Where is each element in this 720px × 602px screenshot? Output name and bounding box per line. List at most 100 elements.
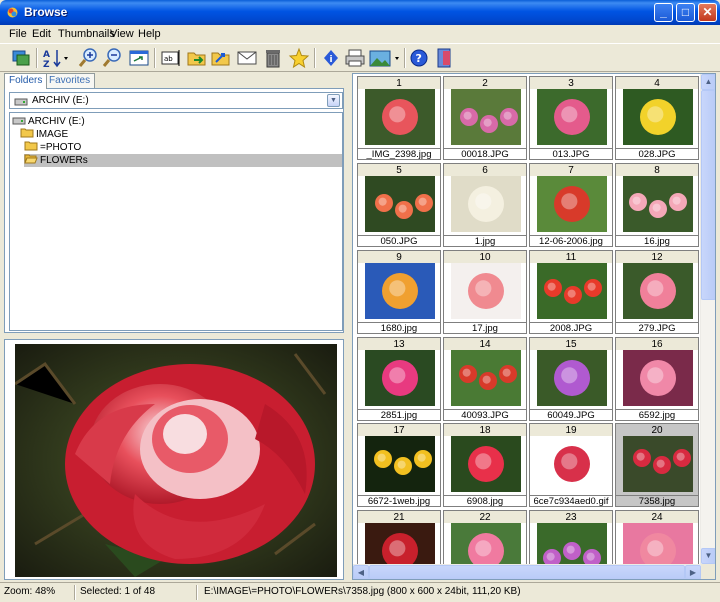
thumbnail-image [357, 350, 441, 409]
vertical-scrollbar[interactable]: ▲ ▼ [700, 74, 715, 564]
tree-item-archiv[interactable]: ARCHIV (E:) [12, 115, 85, 128]
thumbnail-number: 3 [529, 76, 613, 90]
thumbnail-item[interactable]: 17 6672-1web.jpg [357, 423, 441, 507]
menu-edit[interactable]: Edit [32, 28, 51, 40]
thumbnail-item[interactable]: 16 6592.jpg [615, 337, 699, 421]
thumbnail-image [615, 263, 699, 322]
move-icon[interactable] [186, 47, 208, 69]
zoom-in-icon[interactable] [78, 47, 100, 69]
flower-photo [365, 89, 435, 145]
thumbnail-panel: 1 _IMG_2398.jpg 2 00018.JPG 3 013.JPG 4 028.JPG… [352, 73, 716, 580]
tree-item-image[interactable]: IMAGE [20, 128, 68, 141]
thumbnail-number: 6 [443, 163, 527, 177]
flower-photo [537, 176, 607, 232]
thumbnail-filename: 6592.jpg [615, 409, 699, 421]
thumbnail-image [357, 89, 441, 148]
thumbnail-number: 17 [357, 423, 441, 437]
tree-item-label: ARCHIV (E:) [28, 116, 85, 127]
copy-to-icon[interactable] [210, 47, 232, 69]
scroll-thumb[interactable] [369, 565, 685, 579]
thumbnail-number: 14 [443, 337, 527, 351]
thumbnail-item[interactable]: 7 12-06-2006.jpg [529, 163, 613, 247]
thumbnail-item[interactable]: 8 16.jpg [615, 163, 699, 247]
folder-icon [20, 128, 34, 138]
thumbnail-item[interactable]: 2 00018.JPG [443, 76, 527, 160]
minimize-button[interactable]: _ [654, 3, 673, 22]
thumbnail-image [615, 89, 699, 148]
exit-icon[interactable] [434, 47, 456, 69]
horizontal-scrollbar[interactable]: ◀ ▶ [353, 564, 701, 579]
tab-folders[interactable]: Folders [4, 73, 48, 89]
thumbnail-item[interactable]: 11 2008.JPG [529, 250, 613, 334]
preview-image [15, 344, 337, 577]
thumbnail-image [357, 176, 441, 235]
image-preview [4, 339, 344, 580]
menu-view[interactable]: View [110, 28, 134, 40]
copy-icon[interactable] [10, 47, 32, 69]
zoom-out-icon[interactable] [102, 47, 124, 69]
tab-favorites[interactable]: Favorites [44, 73, 96, 89]
maximize-button[interactable]: □ [676, 3, 695, 22]
thumbnail-item[interactable]: 4 028.JPG [615, 76, 699, 160]
info-icon[interactable]: i [320, 47, 342, 69]
print-icon[interactable] [344, 47, 366, 69]
thumbnail-number: 1 [357, 76, 441, 90]
thumbnail-item[interactable]: 6 1.jpg [443, 163, 527, 247]
sort-icon[interactable]: AZ [42, 47, 70, 69]
thumbnail-item[interactable]: 15 60049.JPG [529, 337, 613, 421]
thumbnail-filename: 6ce7c934aed0.gif [529, 495, 613, 507]
menu-file[interactable]: File [9, 28, 27, 40]
svg-text:A: A [43, 50, 50, 60]
chevron-down-icon[interactable]: ▼ [327, 94, 340, 107]
scroll-up-icon[interactable]: ▲ [701, 74, 715, 90]
flower-photo [451, 89, 521, 145]
svg-text:i: i [330, 55, 333, 65]
flower-photo [451, 263, 521, 319]
delete-icon[interactable] [262, 47, 284, 69]
thumbnail-number: 13 [357, 337, 441, 351]
thumbnail-item[interactable]: 9 1680.jpg [357, 250, 441, 334]
thumbnail-item[interactable]: 5 050.JPG [357, 163, 441, 247]
scroll-down-icon[interactable]: ▼ [701, 548, 715, 564]
thumbnail-filename: 6672-1web.jpg [357, 495, 441, 507]
status-bar: Zoom: 48% Selected: 1 of 48 E:\IMAGE\=PH… [0, 582, 720, 602]
email-icon[interactable] [236, 47, 258, 69]
tree-item-flowers[interactable]: FLOWERs [24, 154, 342, 167]
favorite-star-icon[interactable] [288, 47, 310, 69]
thumbnail-image [615, 176, 699, 235]
thumbnail-image [443, 176, 527, 235]
thumbnail-number: 20 [615, 423, 699, 437]
menu-help[interactable]: Help [138, 28, 161, 40]
thumbnail-image [357, 436, 441, 495]
scroll-right-icon[interactable]: ▶ [685, 565, 701, 579]
rename-icon[interactable]: ab [160, 47, 182, 69]
help-icon[interactable]: ? [408, 47, 430, 69]
thumbnail-item[interactable]: 3 013.JPG [529, 76, 613, 160]
slideshow-icon[interactable] [368, 47, 402, 69]
menu-thumbnails[interactable]: Thumbnails [58, 28, 115, 40]
fit-window-icon[interactable] [128, 47, 150, 69]
toolbar: AZ ab i ? [0, 43, 720, 72]
menu-bar: File Edit Thumbnails View Help [0, 25, 720, 43]
thumbnail-filename: 050.JPG [357, 235, 441, 247]
scroll-left-icon[interactable]: ◀ [353, 565, 369, 579]
toolbar-separator [154, 48, 156, 68]
tree-item-photo[interactable]: =PHOTO [24, 141, 81, 154]
thumbnail-item[interactable]: 18 6908.jpg [443, 423, 527, 507]
thumbnail-filename: 2008.JPG [529, 322, 613, 334]
thumbnail-item[interactable]: 10 17.jpg [443, 250, 527, 334]
close-button[interactable]: ✕ [698, 3, 717, 22]
flower-photo [537, 350, 607, 406]
thumbnail-item[interactable]: 19 6ce7c934aed0.gif [529, 423, 613, 507]
thumbnail-item[interactable]: 13 2851.jpg [357, 337, 441, 421]
scroll-thumb[interactable] [701, 90, 715, 300]
thumbnail-item[interactable]: 12 279.JPG [615, 250, 699, 334]
thumbnail-item[interactable]: 1 _IMG_2398.jpg [357, 76, 441, 160]
flower-photo [365, 176, 435, 232]
flower-photo [537, 89, 607, 145]
drive-select[interactable]: ARCHIV (E:) ▼ [9, 92, 343, 109]
thumbnail-item[interactable]: 20 7358.jpg [615, 423, 699, 507]
thumbnail-item[interactable]: 14 40093.JPG [443, 337, 527, 421]
flower-photo [623, 350, 693, 406]
thumbnail-filename: 1680.jpg [357, 322, 441, 334]
